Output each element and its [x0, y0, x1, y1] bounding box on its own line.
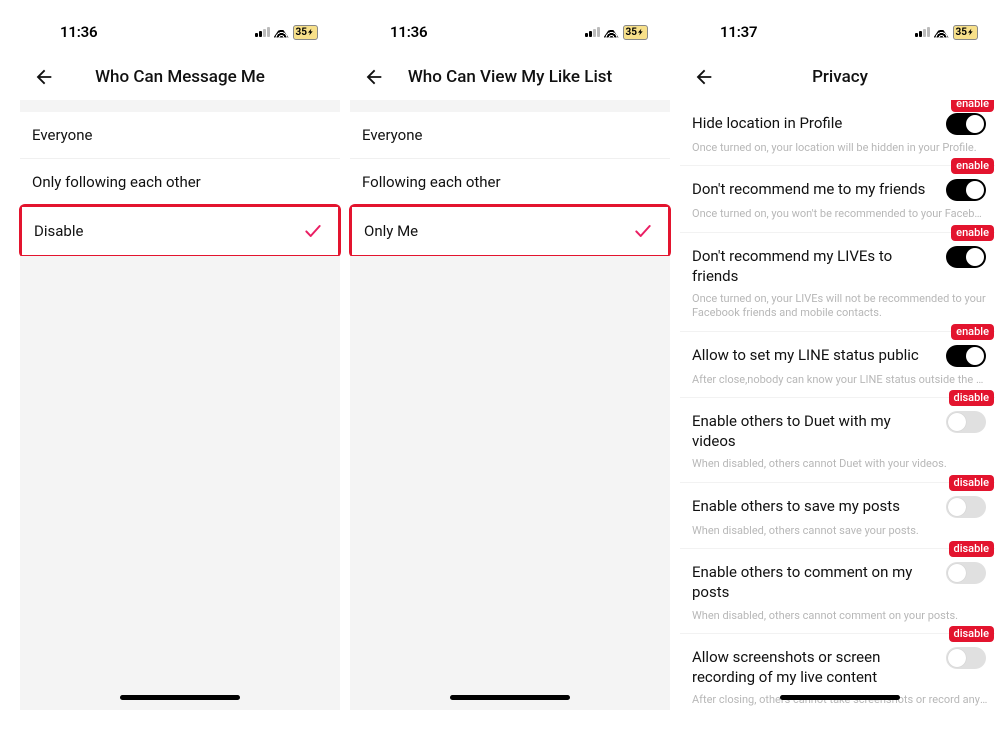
- toggle-switch[interactable]: [946, 647, 986, 669]
- statusbar-time: 11:36: [60, 23, 97, 41]
- checkmark-icon: [302, 220, 324, 242]
- phone-privacy-settings: 11:37 35 Privacy enableHide location in …: [680, 10, 995, 710]
- home-indicator[interactable]: [120, 695, 240, 700]
- phone-message-settings: 11:36 35 Who Can Message Me Everyone: [20, 10, 340, 710]
- privacy-label: Hide location in Profile: [692, 113, 842, 133]
- option-label: Only following each other: [32, 173, 201, 191]
- privacy-row: Hide location in Profile: [680, 100, 995, 139]
- home-indicator[interactable]: [780, 695, 900, 700]
- signal-icon: [255, 27, 270, 37]
- option-following-each-other[interactable]: Following each other: [350, 159, 670, 206]
- section-divider: [20, 100, 340, 112]
- toggle-switch[interactable]: [946, 562, 986, 584]
- toggle-knob: [966, 181, 984, 199]
- toggle-switch[interactable]: [946, 246, 986, 268]
- highlighted-selection: Only Me: [349, 204, 671, 258]
- empty-area: [20, 256, 340, 710]
- privacy-description: When disabled, others cannot Duet with y…: [680, 455, 995, 482]
- signal-icon: [585, 27, 600, 37]
- privacy-label: Allow screenshots or screen recording of…: [692, 647, 927, 688]
- privacy-description: Once turned on, your location will be hi…: [680, 139, 995, 166]
- privacy-item: disableEnable others to Duet with my vid…: [680, 398, 995, 483]
- page-title: Privacy: [812, 67, 868, 87]
- privacy-item: disableEnable others to save my postsWhe…: [680, 483, 995, 549]
- privacy-row: Don't recommend my LIVEs to friends: [680, 233, 995, 291]
- toggle-knob: [948, 413, 966, 431]
- option-label: Disable: [34, 222, 83, 240]
- toggle-switch[interactable]: [946, 179, 986, 201]
- empty-area: [350, 256, 670, 710]
- wifi-icon: [934, 27, 949, 38]
- option-everyone[interactable]: Everyone: [350, 112, 670, 159]
- privacy-item: enableDon't recommend me to my friendsOn…: [680, 166, 995, 232]
- privacy-row: Enable others to save my posts: [680, 483, 995, 522]
- toggle-switch[interactable]: [946, 345, 986, 367]
- privacy-row: Allow screenshots or screen recording of…: [680, 634, 995, 692]
- back-arrow-icon[interactable]: [692, 65, 716, 89]
- privacy-label: Enable others to comment on my posts: [692, 562, 927, 603]
- privacy-description: Once turned on, you won't be recommended…: [680, 205, 995, 232]
- highlighted-selection: Disable: [19, 204, 341, 258]
- page-title: Who Can View My Like List: [408, 67, 612, 87]
- privacy-item: enableDon't recommend my LIVEs to friend…: [680, 233, 995, 332]
- wifi-icon: [604, 27, 619, 38]
- statusbar: 11:36 35: [20, 10, 340, 54]
- toggle-switch[interactable]: [946, 496, 986, 518]
- header: Who Can Message Me: [20, 54, 340, 100]
- option-only-me[interactable]: Only Me: [352, 207, 668, 255]
- privacy-label: Don't recommend my LIVEs to friends: [692, 246, 927, 287]
- battery-indicator: 35: [953, 25, 978, 40]
- privacy-label: Enable others to Duet with my videos: [692, 411, 927, 452]
- privacy-item: enableHide location in ProfileOnce turne…: [680, 100, 995, 166]
- privacy-label: Enable others to save my posts: [692, 496, 900, 516]
- phone-likelist-settings: 11:36 35 Who Can View My Like List Every…: [350, 10, 670, 710]
- option-label: Everyone: [362, 126, 422, 144]
- option-label: Everyone: [32, 126, 92, 144]
- privacy-row: Enable others to comment on my posts: [680, 549, 995, 607]
- privacy-description: When disabled, others cannot save your p…: [680, 522, 995, 549]
- back-arrow-icon[interactable]: [362, 65, 386, 89]
- privacy-item: disableEnable others to comment on my po…: [680, 549, 995, 634]
- privacy-row: Don't recommend me to my friends: [680, 166, 995, 205]
- section-divider: [350, 100, 670, 112]
- toggle-knob: [948, 498, 966, 516]
- back-arrow-icon[interactable]: [32, 65, 56, 89]
- statusbar: 11:36 35: [350, 10, 670, 54]
- toggle-knob: [966, 248, 984, 266]
- privacy-label: Allow to set my LINE status public: [692, 345, 919, 365]
- privacy-item: enableAllow to set my LINE status public…: [680, 332, 995, 398]
- toggle-switch[interactable]: [946, 113, 986, 135]
- privacy-row: Allow to set my LINE status public: [680, 332, 995, 371]
- header: Who Can View My Like List: [350, 54, 670, 100]
- option-disable[interactable]: Disable: [22, 207, 338, 255]
- page-title: Who Can Message Me: [95, 67, 265, 87]
- statusbar: 11:37 35: [680, 10, 995, 54]
- toggle-knob: [948, 649, 966, 667]
- privacy-label: Don't recommend me to my friends: [692, 179, 925, 199]
- toggle-knob: [948, 564, 966, 582]
- home-indicator[interactable]: [450, 695, 570, 700]
- wifi-icon: [274, 27, 289, 38]
- statusbar-time: 11:36: [390, 23, 427, 41]
- privacy-description: Once turned on, your LIVEs will not be r…: [680, 290, 995, 332]
- option-everyone[interactable]: Everyone: [20, 112, 340, 159]
- privacy-description: After close,nobody can know your LINE st…: [680, 371, 995, 398]
- signal-icon: [915, 27, 930, 37]
- toggle-switch[interactable]: [946, 411, 986, 433]
- battery-indicator: 35: [623, 25, 648, 40]
- toggle-knob: [966, 347, 984, 365]
- option-label: Following each other: [362, 173, 501, 191]
- checkmark-icon: [632, 220, 654, 242]
- battery-indicator: 35: [293, 25, 318, 40]
- header: Privacy: [680, 54, 995, 100]
- option-following-each-other[interactable]: Only following each other: [20, 159, 340, 206]
- option-label: Only Me: [364, 222, 418, 240]
- privacy-list[interactable]: enableHide location in ProfileOnce turne…: [680, 100, 995, 710]
- privacy-row: Enable others to Duet with my videos: [680, 398, 995, 456]
- privacy-description: When disabled, others cannot comment on …: [680, 607, 995, 634]
- statusbar-time: 11:37: [720, 23, 757, 41]
- toggle-knob: [966, 115, 984, 133]
